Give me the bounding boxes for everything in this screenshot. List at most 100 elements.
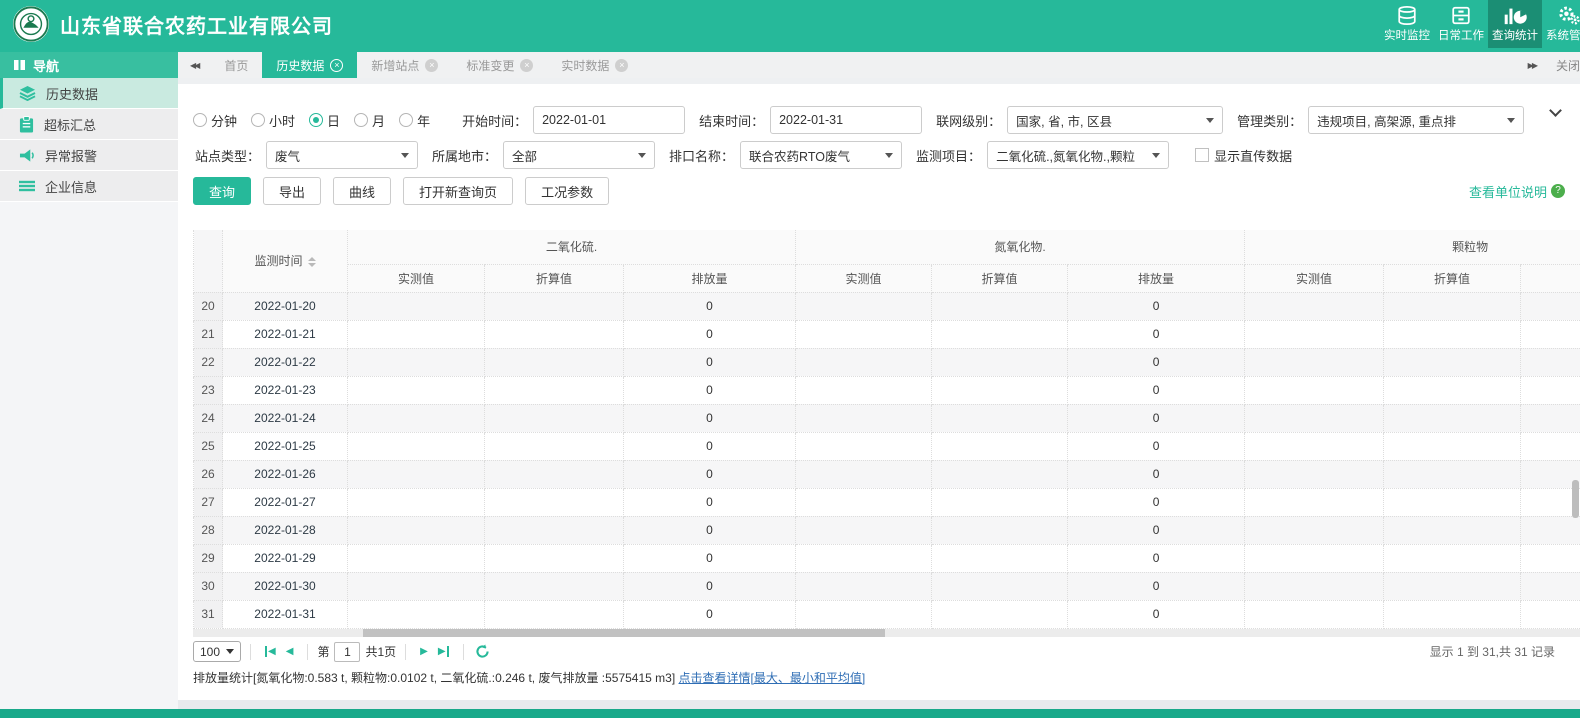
close-tabs-menu[interactable]: 关闭 <box>1550 57 1580 74</box>
refresh-icon[interactable] <box>475 644 490 659</box>
date-cell[interactable]: 2022-01-23 <box>222 376 348 405</box>
radio-hour[interactable]: 小时 <box>251 111 295 130</box>
sidebar-item-history-data[interactable]: 历史数据 <box>0 78 178 109</box>
city-select[interactable]: 全部 <box>503 141 656 169</box>
table-row: 26 2022-01-26 0 0 <box>193 460 1580 489</box>
nav-daily-work[interactable]: 日常工作 <box>1434 0 1488 48</box>
value-cell <box>795 544 933 573</box>
period-radio-group: 分钟 小时 日 月 年 <box>193 111 430 130</box>
nav-realtime-monitor[interactable]: 实时监控 <box>1380 0 1434 48</box>
close-tab-icon[interactable]: × <box>615 58 629 72</box>
date-cell[interactable]: 2022-01-30 <box>222 572 348 601</box>
operating-params-button[interactable]: 工况参数 <box>525 177 610 205</box>
radio-day[interactable]: 日 <box>309 111 340 130</box>
tab-new-site[interactable]: 新增站点 × <box>357 52 452 78</box>
unit-description-link[interactable]: 查看单位说明 ? <box>1469 182 1565 201</box>
tabs-scroll-right-icon[interactable]: ▶▶ <box>1522 61 1538 70</box>
view-details-link[interactable]: 点击查看详情[最大、最小和平均值] <box>679 671 866 685</box>
sidebar-item-exceedance-summary[interactable]: 超标汇总 <box>0 109 178 140</box>
last-page-button[interactable]: ▶ <box>433 646 454 657</box>
network-level-select[interactable]: 国家, 省, 市, 区县 <box>1007 106 1224 134</box>
value-cell: 0 <box>622 544 797 573</box>
value-cell: 0 <box>1067 460 1246 489</box>
nav-system-management[interactable]: 系统管理 <box>1542 0 1580 48</box>
date-cell[interactable]: 2022-01-27 <box>222 488 348 517</box>
export-button[interactable]: 导出 <box>263 177 322 205</box>
management-category-select[interactable]: 违规项目, 高架源, 重点排 <box>1308 106 1525 134</box>
divider <box>250 643 252 660</box>
tab-history-data[interactable]: 历史数据 × <box>262 52 358 78</box>
radio-year[interactable]: 年 <box>399 111 430 130</box>
date-cell[interactable]: 2022-01-25 <box>222 432 348 461</box>
date-cell[interactable]: 2022-01-29 <box>222 544 348 573</box>
date-cell[interactable]: 2022-01-22 <box>222 348 348 377</box>
value-cell <box>1520 292 1580 321</box>
value-cell <box>347 404 485 433</box>
vertical-scrollbar-thumb[interactable] <box>1572 480 1579 518</box>
sidebar-item-enterprise-info[interactable]: 企业信息 <box>0 171 178 202</box>
horizontal-scrollbar[interactable] <box>193 628 1580 637</box>
corner-header <box>193 230 223 293</box>
divider <box>405 643 407 660</box>
emission-stats-text: 排放量统计[氮氧化物:0.583 t, 颗粒物:0.0102 t, 二氧化硫.:… <box>193 670 676 685</box>
direct-data-checkbox[interactable]: 显示直传数据 <box>1195 146 1292 165</box>
value-cell <box>347 292 485 321</box>
gears-icon <box>1559 6 1580 24</box>
close-tab-icon[interactable]: × <box>330 58 344 72</box>
subheader: 实测值 <box>347 264 485 293</box>
value-cell <box>1383 432 1522 461</box>
hscroll-thumb[interactable] <box>363 628 885 637</box>
first-page-button[interactable]: ◀ <box>260 646 281 657</box>
value-cell <box>1520 404 1580 433</box>
value-cell <box>1383 600 1522 629</box>
value-cell <box>795 292 933 321</box>
table-row: 29 2022-01-29 0 0 <box>193 544 1580 573</box>
radio-minute[interactable]: 分钟 <box>193 111 237 130</box>
date-cell[interactable]: 2022-01-26 <box>222 460 348 489</box>
value-cell <box>931 432 1069 461</box>
value-cell <box>1244 348 1385 377</box>
tab-standard-change[interactable]: 标准变更 × <box>452 52 547 78</box>
page-size-select[interactable]: 100 <box>193 641 242 662</box>
outlet-name-select[interactable]: 联合农药RTO废气 <box>740 141 903 169</box>
date-cell[interactable]: 2022-01-20 <box>222 292 348 321</box>
value-cell <box>795 572 933 601</box>
prev-page-button[interactable]: ◀ <box>281 646 299 657</box>
checkbox-icon <box>1195 148 1210 162</box>
next-page-button[interactable]: ▶ <box>415 646 433 657</box>
monitor-items-select[interactable]: 二氧化硫.,氮氧化物.,颗粒 <box>987 141 1170 169</box>
pagination-bar: 100 ◀ ◀ 第 共1页 ▶ ▶ 显示 1 到 <box>193 639 1580 665</box>
curve-button[interactable]: 曲线 <box>333 177 392 205</box>
value-cell <box>1520 544 1580 573</box>
tabs-scroll-left-icon[interactable]: ◀◀ <box>178 61 210 70</box>
close-tab-icon[interactable]: × <box>425 58 439 72</box>
value-cell <box>484 292 624 321</box>
value-cell <box>795 348 933 377</box>
open-new-query-button[interactable]: 打开新查询页 <box>403 177 514 205</box>
value-cell: 0 <box>1067 544 1246 573</box>
tab-home[interactable]: 首页 <box>210 52 262 78</box>
start-time-input[interactable] <box>533 106 686 134</box>
date-cell[interactable]: 2022-01-21 <box>222 320 348 349</box>
start-time-label: 开始时间： <box>462 113 528 129</box>
value-cell <box>347 320 485 349</box>
drawers-icon <box>1452 6 1470 24</box>
sidebar-item-abnormal-alarm[interactable]: 异常报警 <box>0 140 178 171</box>
value-cell <box>1520 600 1580 629</box>
radio-month[interactable]: 月 <box>354 111 385 130</box>
nav-query-statistics[interactable]: 查询统计 <box>1488 0 1542 48</box>
date-cell[interactable]: 2022-01-24 <box>222 404 348 433</box>
action-button-row: 查询 导出 曲线 打开新查询页 工况参数 查看单位说明 ? <box>193 177 1580 205</box>
tab-realtime-data[interactable]: 实时数据 × <box>547 52 642 78</box>
page-number-input[interactable] <box>334 641 361 662</box>
close-tab-icon[interactable]: × <box>520 58 534 72</box>
row-number-cell: 21 <box>193 320 223 349</box>
value-cell <box>1244 376 1385 405</box>
subheader: 折算值 <box>931 264 1069 293</box>
end-time-input[interactable] <box>770 106 923 134</box>
time-column-header[interactable]: 监测时间 <box>222 230 348 293</box>
date-cell[interactable]: 2022-01-28 <box>222 516 348 545</box>
query-button[interactable]: 查询 <box>193 177 252 205</box>
date-cell[interactable]: 2022-01-31 <box>222 600 348 629</box>
site-type-select[interactable]: 废气 <box>266 141 419 169</box>
